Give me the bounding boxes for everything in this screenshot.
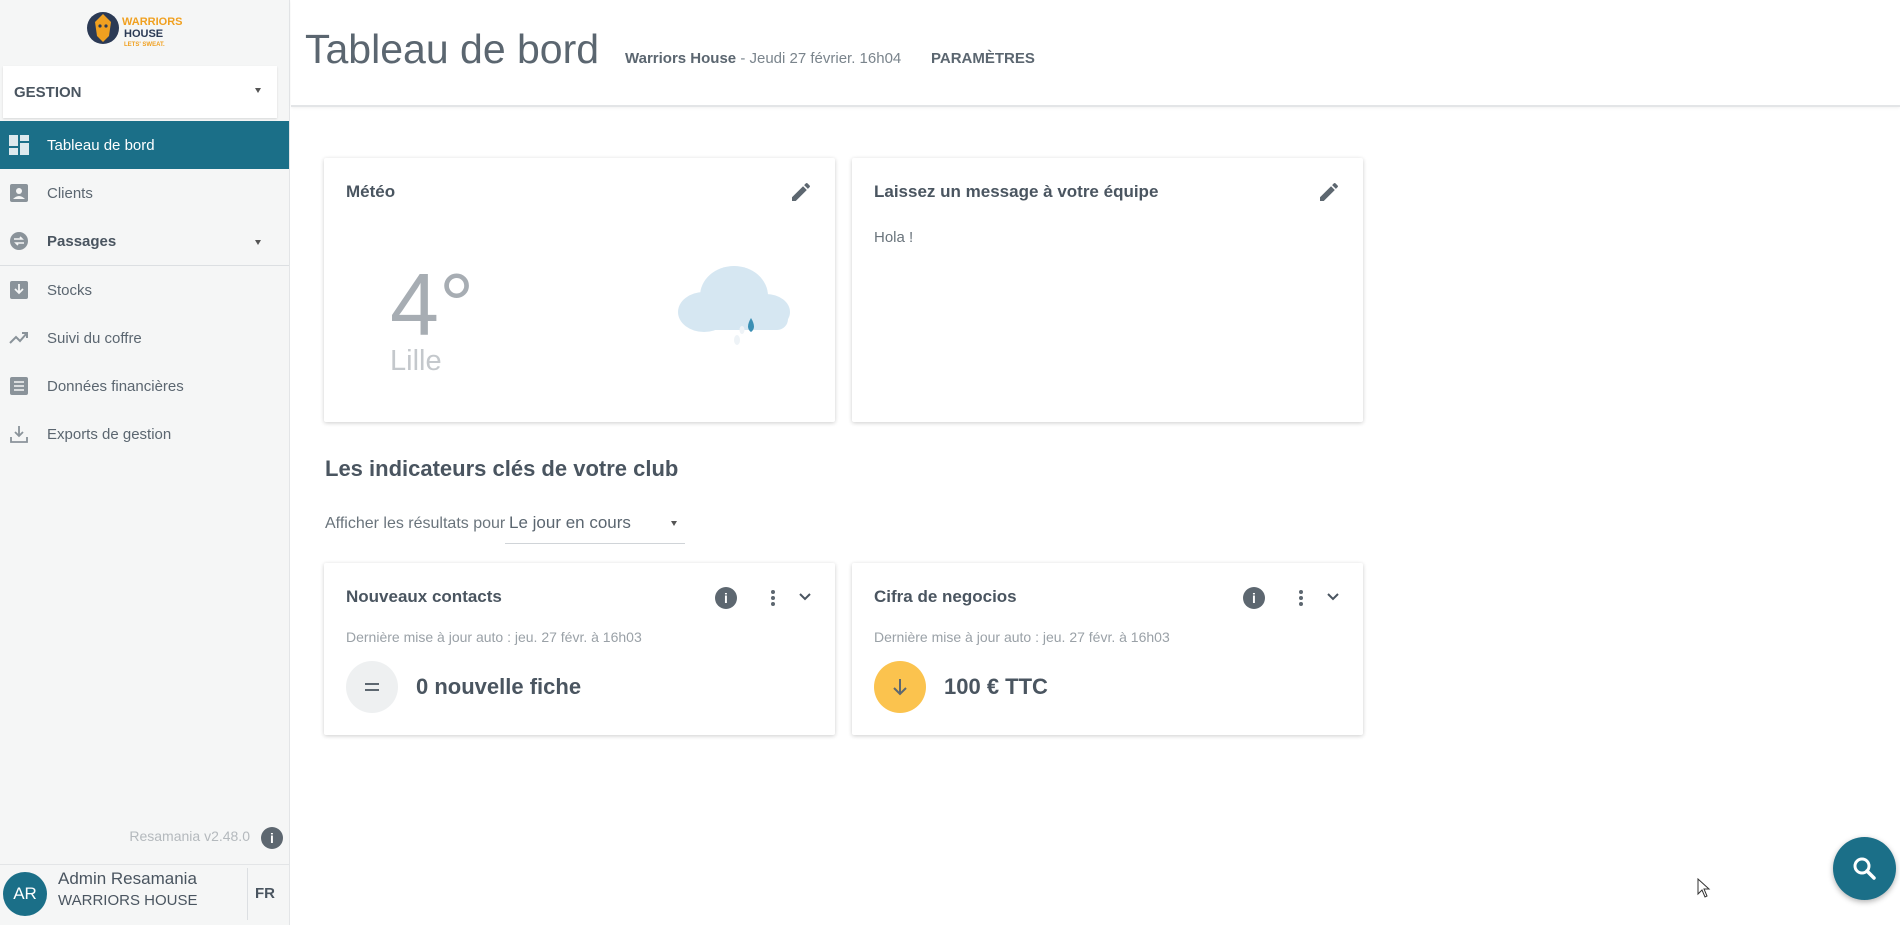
sidebar-item-label: Passages <box>47 232 117 250</box>
weather-title: Météo <box>346 182 396 201</box>
sidebar-item-passages[interactable]: Passages <box>0 217 289 265</box>
sidebar-item-clients[interactable]: Clients <box>0 169 289 217</box>
mode-select-value: GESTION <box>14 83 82 101</box>
sidebar-item-label: Données financières <box>47 377 184 395</box>
sidebar-item-donnees-financieres[interactable]: Données financières <box>0 362 289 410</box>
user-name: Admin Resamania <box>58 869 197 888</box>
language-switch[interactable]: FR <box>255 885 275 902</box>
city-name: Lille <box>390 345 442 377</box>
mode-select[interactable]: GESTION <box>3 66 277 118</box>
caret-down-icon <box>255 240 261 245</box>
trend-badge <box>346 661 398 713</box>
indicators-section-title: Les indicateurs clés de votre club <box>325 456 679 481</box>
filter-label: Afficher les résultats pour <box>325 515 506 532</box>
info-icon[interactable]: i <box>715 587 737 609</box>
team-message-text: Hola ! <box>874 229 914 246</box>
sidebar-nav: Tableau de bord Clients Passages Stocks … <box>0 121 289 458</box>
trend-badge <box>874 661 926 713</box>
kpi-title: Nouveaux contacts <box>346 587 502 606</box>
cloud-rain-icon <box>678 266 790 345</box>
caret-down-icon <box>255 88 261 93</box>
arrow-down-icon <box>893 679 907 696</box>
edit-icon[interactable] <box>789 180 813 204</box>
more-vert-icon[interactable] <box>1297 587 1305 609</box>
avatar[interactable]: AR <box>3 872 47 916</box>
sidebar-item-exports-de-gestion[interactable]: Exports de gestion <box>0 410 289 458</box>
stocks-icon <box>10 281 28 299</box>
user-club: WARRIORS HOUSE <box>58 892 198 909</box>
current-date: - Jeudi 27 février. 16h04 <box>740 50 902 67</box>
kpi-updated: Dernière mise à jour auto : jeu. 27 févr… <box>346 629 642 645</box>
sidebar: WARRIORS HOUSE LETS' SWEAT. GESTION Tabl… <box>0 0 290 925</box>
team-message-title: Laissez un message à votre équipe <box>874 182 1159 201</box>
search-icon <box>1853 857 1876 880</box>
kpi-title: Cifra de negocios <box>874 587 1017 606</box>
sidebar-item-label: Suivi du coffre <box>47 329 142 347</box>
kpi-value: 0 nouvelle fiche <box>416 674 582 699</box>
page-header: Tableau de bord Warriors House - Jeudi 2… <box>291 0 1900 107</box>
search-button[interactable] <box>1833 837 1896 900</box>
info-icon[interactable]: i <box>1243 587 1265 609</box>
sidebar-item-tableau-de-bord[interactable]: Tableau de bord <box>0 121 289 169</box>
more-vert-icon[interactable] <box>769 587 777 609</box>
kpi-card-new-contacts: Nouveaux contacts i Dernière mise à jour… <box>324 563 835 735</box>
sidebar-item-label: Tableau de bord <box>47 136 155 154</box>
logo-line1: WARRIORS <box>122 16 183 28</box>
download-icon <box>10 426 28 443</box>
sidebar-item-label: Stocks <box>47 281 93 299</box>
kpi-updated: Dernière mise à jour auto : jeu. 27 févr… <box>874 629 1170 645</box>
sidebar-item-suivi-du-coffre[interactable]: Suivi du coffre <box>0 314 289 362</box>
page-title: Tableau de bord <box>305 26 600 72</box>
temperature: 4° <box>390 255 475 354</box>
brand-logo[interactable]: WARRIORS HOUSE LETS' SWEAT. <box>86 6 196 50</box>
chevron-down-icon[interactable] <box>797 589 813 605</box>
sidebar-item-label: Exports de gestion <box>47 425 172 443</box>
edit-icon[interactable] <box>1317 180 1341 204</box>
period-select[interactable]: Le jour en cours <box>505 510 685 544</box>
trending-up-icon <box>9 332 28 344</box>
list-icon <box>10 377 28 395</box>
contacts-icon <box>10 184 28 202</box>
caret-down-icon <box>671 521 677 526</box>
weather-card: Météo 4° Lille <box>324 158 835 422</box>
settings-link[interactable]: PARAMÈTRES <box>931 50 1035 67</box>
equal-icon <box>365 683 379 691</box>
team-message-card: Laissez un message à votre équipe Hola ! <box>852 158 1363 422</box>
info-icon[interactable]: i <box>261 827 283 849</box>
user-box: AR Admin Resamania WARRIORS HOUSE FR <box>0 864 289 925</box>
period-select-value: Le jour en cours <box>509 513 631 532</box>
logo-line2: HOUSE <box>124 28 163 40</box>
logo-tagline: LETS' SWEAT. <box>124 42 165 48</box>
sidebar-item-label: Clients <box>47 184 93 202</box>
sidebar-item-stocks[interactable]: Stocks <box>0 266 289 314</box>
dashboard-icon <box>9 135 29 155</box>
divider <box>247 868 248 920</box>
mouse-cursor-icon <box>1697 878 1711 898</box>
club-info: Warriors House - Jeudi 27 février. 16h04 <box>625 50 901 67</box>
club-name: Warriors House <box>625 50 737 67</box>
passages-icon <box>10 232 28 250</box>
kpi-card-revenue: Cifra de negocios i Dernière mise à jour… <box>852 563 1363 735</box>
kpi-value: 100 € TTC <box>944 674 1048 699</box>
chevron-down-icon[interactable] <box>1325 589 1341 605</box>
app-version: Resamania v2.48.0 <box>129 828 250 844</box>
